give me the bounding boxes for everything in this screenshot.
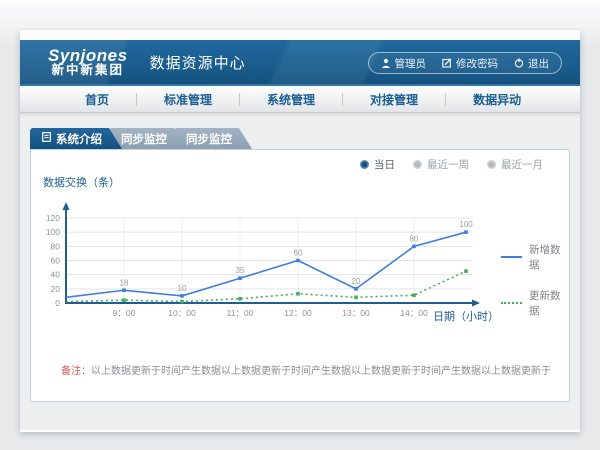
svg-text:11：00: 11：00 [227,308,254,318]
svg-text:0: 0 [55,298,60,308]
chart-panel: 当日 最近一周 最近一月 数据交换（条） 0 20 40 60 80 100 120 9：00… [30,149,570,402]
tab-system-intro[interactable]: 系统介绍 [30,128,122,149]
legend-label: 新增数据 [529,242,569,272]
line-chart: 0 20 40 60 80 100 120 9：00 10：00 11：00 12：00 13：00 1… [41,193,491,328]
svg-text:18: 18 [120,278,129,287]
nav-item-standard-mgmt[interactable]: 标准管理 [137,91,239,108]
content-area: 系统介绍 同步监控 同步监控 当日 最近一周 [20,113,580,430]
nav-item-interface-mgmt[interactable]: 对接管理 [343,91,445,108]
svg-text:60: 60 [294,249,303,258]
tab-bar: 系统介绍 同步监控 同步监控 [30,128,239,149]
svg-text:120: 120 [46,213,60,223]
dotted-line-swatch-icon [501,302,522,304]
tab-label: 系统介绍 [56,131,102,147]
tab-sync-monitor-2[interactable]: 同步监控 [174,128,252,149]
x-axis-title: 日期（小时） [433,308,499,324]
power-icon [514,58,524,68]
footnote: 备注：以上数据更新于时间产生数据以上数据更新于时间产生数据以上数据更新于时间产生… [61,362,551,377]
svg-text:60: 60 [51,256,61,266]
logout-label: 退出 [528,56,549,71]
svg-text:40: 40 [51,270,61,280]
edit-icon [442,58,452,68]
y-axis-title: 数据交换（条） [43,174,120,190]
legend-item-update-data: 更新数据 [501,288,569,318]
svg-text:100: 100 [46,227,60,237]
svg-text:9：00: 9：00 [113,308,136,318]
nav-item-system-mgmt[interactable]: 系统管理 [240,91,342,108]
footnote-text: 以上数据更新于时间产生数据以上数据更新于时间产生数据以上数据更新于时间产生数据以… [91,366,551,377]
current-user-label: 管理员 [395,56,427,71]
page-title: 数据资源中心 [150,52,246,73]
svg-text:14：00: 14：00 [400,308,428,318]
brand-logo: Synjones 新中新集团 [48,47,128,78]
nav-item-data-change[interactable]: 数据异动 [446,91,548,108]
logout-button[interactable]: 退出 [514,56,549,71]
window-top-strip [20,30,580,40]
change-password-button[interactable]: 修改密码 [442,56,498,71]
tab-sync-monitor-1[interactable]: 同步监控 [109,128,187,149]
svg-text:10: 10 [178,284,187,293]
main-nav: 首页 标准管理 系统管理 对接管理 数据异动 [20,86,580,113]
svg-text:80: 80 [410,234,419,243]
chart-container: 0 20 40 60 80 100 120 9：00 10：00 11：00 12：00 13：00 1… [41,193,491,328]
radio-today[interactable]: 当日 [360,157,395,172]
svg-text:35: 35 [236,266,245,275]
radio-icon [487,160,496,169]
legend-label: 更新数据 [529,288,569,318]
user-toolbar: 管理员 修改密码 退出 [368,52,563,74]
radio-icon [360,160,369,169]
current-user-button[interactable]: 管理员 [381,56,427,71]
radio-icon [413,160,422,169]
app-window: Synjones 新中新集团 数据资源中心 管理员 修改密码 退出 [20,30,580,432]
svg-text:20: 20 [352,277,361,286]
brand-logo-chinese: 新中新集团 [48,64,128,77]
nav-item-home[interactable]: 首页 [58,91,136,108]
tab-label: 同步监控 [186,131,232,147]
svg-text:10：00: 10：00 [168,308,196,318]
legend-item-new-data: 新增数据 [501,242,569,272]
svg-text:20: 20 [51,284,61,294]
radio-last-month[interactable]: 最近一月 [487,157,543,172]
time-range-radio-group: 当日 最近一周 最近一月 [360,157,543,172]
document-icon [42,132,51,145]
radio-label: 最近一周 [427,157,469,172]
radio-label: 最近一月 [501,157,543,172]
svg-text:80: 80 [51,241,61,251]
app-header: Synjones 新中新集团 数据资源中心 管理员 修改密码 退出 [20,40,580,86]
radio-last-week[interactable]: 最近一周 [413,157,469,172]
radio-label: 当日 [374,157,395,172]
user-icon [381,58,391,68]
footnote-prefix: 备注： [61,366,91,377]
svg-text:13：00: 13：00 [342,308,370,318]
solid-line-swatch-icon [501,256,522,258]
chart-legend: 新增数据 更新数据 [501,242,569,318]
tab-label: 同步监控 [121,131,167,147]
svg-text:12：00: 12：00 [284,308,312,318]
svg-text:100: 100 [459,220,473,229]
brand-logo-english: Synjones [48,47,128,65]
change-password-label: 修改密码 [456,56,498,71]
